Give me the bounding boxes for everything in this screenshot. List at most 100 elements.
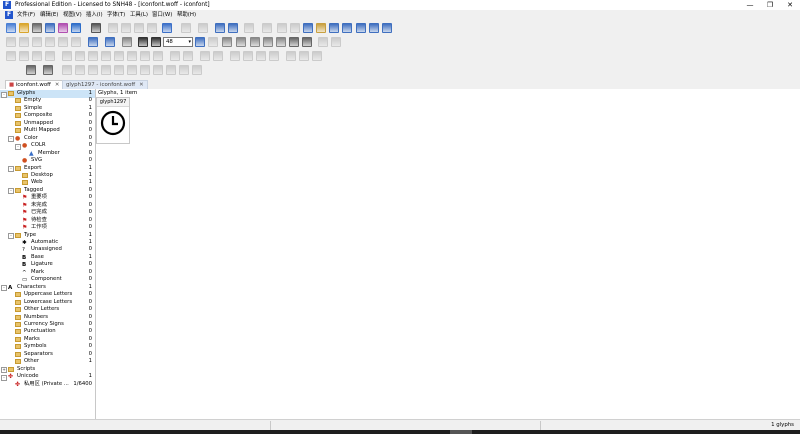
toolbar-tool-icon[interactable]	[6, 51, 16, 61]
tree-item[interactable]: Lowercase Letters 0	[0, 299, 95, 307]
toolbar-tool-icon[interactable]	[200, 51, 210, 61]
toolbar-tool-icon[interactable]	[71, 23, 81, 33]
toolbar-tool-icon[interactable]	[369, 23, 379, 33]
toolbar-tool-icon[interactable]	[179, 65, 189, 75]
tab-iconfont[interactable]: ■ iconfont.woff ✕	[5, 80, 64, 89]
toolbar-tool-icon[interactable]	[101, 51, 111, 61]
tree-item[interactable]: ⚑ 已完成 0	[0, 209, 95, 217]
toolbar-tool-icon[interactable]	[45, 51, 55, 61]
maximize-button[interactable]: ❐	[760, 0, 780, 10]
menu-item[interactable]: 插入(I)	[86, 11, 103, 19]
menu-item[interactable]: 字体(T)	[107, 11, 125, 19]
toolbar-tool-icon[interactable]	[382, 23, 392, 33]
toolbar-tool-icon[interactable]	[127, 51, 137, 61]
tree-item[interactable]: Simple 1	[0, 105, 95, 113]
tree-item[interactable]: - ● Color 0	[0, 135, 95, 143]
toolbar-tool-icon[interactable]	[88, 65, 98, 75]
toolbar-tool-icon[interactable]	[236, 37, 246, 47]
tree-item[interactable]: B Base 1	[0, 254, 95, 262]
scroll-thumb[interactable]	[450, 430, 472, 434]
toolbar-tool-icon[interactable]	[262, 23, 272, 33]
tree-item[interactable]: ⚑ 重要项 0	[0, 194, 95, 202]
toolbar-tool-icon[interactable]	[91, 23, 101, 33]
tree-item[interactable]: ✱ Automatic 1	[0, 239, 95, 247]
toolbar-tool-icon[interactable]	[329, 23, 339, 33]
toolbar-tool-icon[interactable]	[289, 37, 299, 47]
toolbar-tool-icon[interactable]	[147, 23, 157, 33]
toolbar-tool-icon[interactable]	[32, 23, 42, 33]
tree-item[interactable]: ⚑ 未完成 0	[0, 202, 95, 210]
tree-item[interactable]: Currency Signs 0	[0, 321, 95, 329]
toolbar-tool-icon[interactable]	[250, 37, 260, 47]
tree-item[interactable]: ⚑ 工作项 0	[0, 224, 95, 232]
toolbar-tool-icon[interactable]	[140, 65, 150, 75]
toolbar-tool-icon[interactable]	[331, 37, 341, 47]
toolbar-tool-icon[interactable]	[26, 65, 36, 75]
tree-item[interactable]: ^ Mark 0	[0, 269, 95, 277]
toolbar-tool-icon[interactable]	[114, 51, 124, 61]
toolbar-tool-icon[interactable]	[58, 37, 68, 47]
tree-item[interactable]: ● SVG 0	[0, 157, 95, 165]
toolbar-tool-icon[interactable]	[101, 65, 111, 75]
app-menu-icon[interactable]: F	[5, 11, 13, 19]
toolbar-tool-icon[interactable]	[153, 51, 163, 61]
close-icon[interactable]: ✕	[139, 82, 144, 88]
toolbar-tool-icon[interactable]	[244, 23, 254, 33]
toolbar-tool-icon[interactable]	[127, 65, 137, 75]
toolbar-tool-icon[interactable]	[88, 37, 98, 47]
toolbar-tool-icon[interactable]	[6, 23, 16, 33]
menu-item[interactable]: 文件(F)	[17, 11, 35, 19]
toolbar-tool-icon[interactable]	[45, 37, 55, 47]
toolbar-tool-icon[interactable]	[32, 51, 42, 61]
toolbar-tool-icon[interactable]	[312, 51, 322, 61]
toolbar-tool-icon[interactable]	[195, 37, 205, 47]
toolbar-tool-icon[interactable]	[114, 65, 124, 75]
toolbar-tool-icon[interactable]	[88, 51, 98, 61]
menu-item[interactable]: 编辑(E)	[40, 11, 58, 19]
tree-item[interactable]: Composite 0	[0, 112, 95, 120]
tree-item[interactable]: - Type 1	[0, 232, 95, 240]
tree-item[interactable]: Empty 0	[0, 97, 95, 105]
tree-item[interactable]: Web 1	[0, 179, 95, 187]
toolbar-tool-icon[interactable]	[230, 51, 240, 61]
toolbar-tool-icon[interactable]	[62, 65, 72, 75]
toolbar-tool-icon[interactable]	[316, 23, 326, 33]
tree-item[interactable]: - ● COLR 0	[0, 142, 95, 150]
toolbar-tool-icon[interactable]	[71, 37, 81, 47]
menu-item[interactable]: 工具(L)	[130, 11, 148, 19]
toolbar-tool-icon[interactable]	[303, 23, 313, 33]
tree-item[interactable]: - Glyphs 1	[0, 90, 95, 98]
toolbar-tool-icon[interactable]	[342, 23, 352, 33]
tree-item[interactable]: ▭ Component 0	[0, 276, 95, 284]
toolbar-tool-icon[interactable]	[140, 51, 150, 61]
toolbar-tool-icon[interactable]	[75, 65, 85, 75]
zoom-combo[interactable]: 48 ▾	[163, 37, 193, 47]
toolbar-tool-icon[interactable]	[256, 51, 266, 61]
tab-glyph1297[interactable]: glyph1297 - iconfont.woff ✕	[62, 80, 148, 89]
toolbar-tool-icon[interactable]	[276, 37, 286, 47]
toolbar-tool-icon[interactable]	[19, 51, 29, 61]
toolbar-tool-icon[interactable]	[32, 37, 42, 47]
tree-item[interactable]: - ✤ Unicode 1	[0, 373, 95, 381]
tree-item[interactable]: + Scripts	[0, 366, 95, 374]
toolbar-tool-icon[interactable]	[318, 37, 328, 47]
toolbar-tool-icon[interactable]	[108, 23, 118, 33]
toolbar-tool-icon[interactable]	[43, 65, 53, 75]
toolbar-tool-icon[interactable]	[138, 37, 148, 47]
toolbar-tool-icon[interactable]	[198, 23, 208, 33]
tree-item[interactable]: - Export 1	[0, 165, 95, 172]
toolbar-tool-icon[interactable]	[228, 23, 238, 33]
toolbar-tool-icon[interactable]	[213, 51, 223, 61]
tree-item[interactable]: ⚑ 待检查 0	[0, 217, 95, 225]
tree-item[interactable]: Desktop 1	[0, 172, 95, 180]
toolbar-tool-icon[interactable]	[153, 65, 163, 75]
toolbar-tool-icon[interactable]	[19, 23, 29, 33]
toolbar-tool-icon[interactable]	[299, 51, 309, 61]
toolbar-tool-icon[interactable]	[170, 51, 180, 61]
tree-item[interactable]: Marks 0	[0, 336, 95, 344]
tree-item[interactable]: Other 1	[0, 358, 95, 366]
tree-item[interactable]: Uppercase Letters 0	[0, 291, 95, 299]
toolbar-tool-icon[interactable]	[19, 37, 29, 47]
toolbar-tool-icon[interactable]	[45, 23, 55, 33]
tree-item[interactable]: Symbols 0	[0, 343, 95, 351]
